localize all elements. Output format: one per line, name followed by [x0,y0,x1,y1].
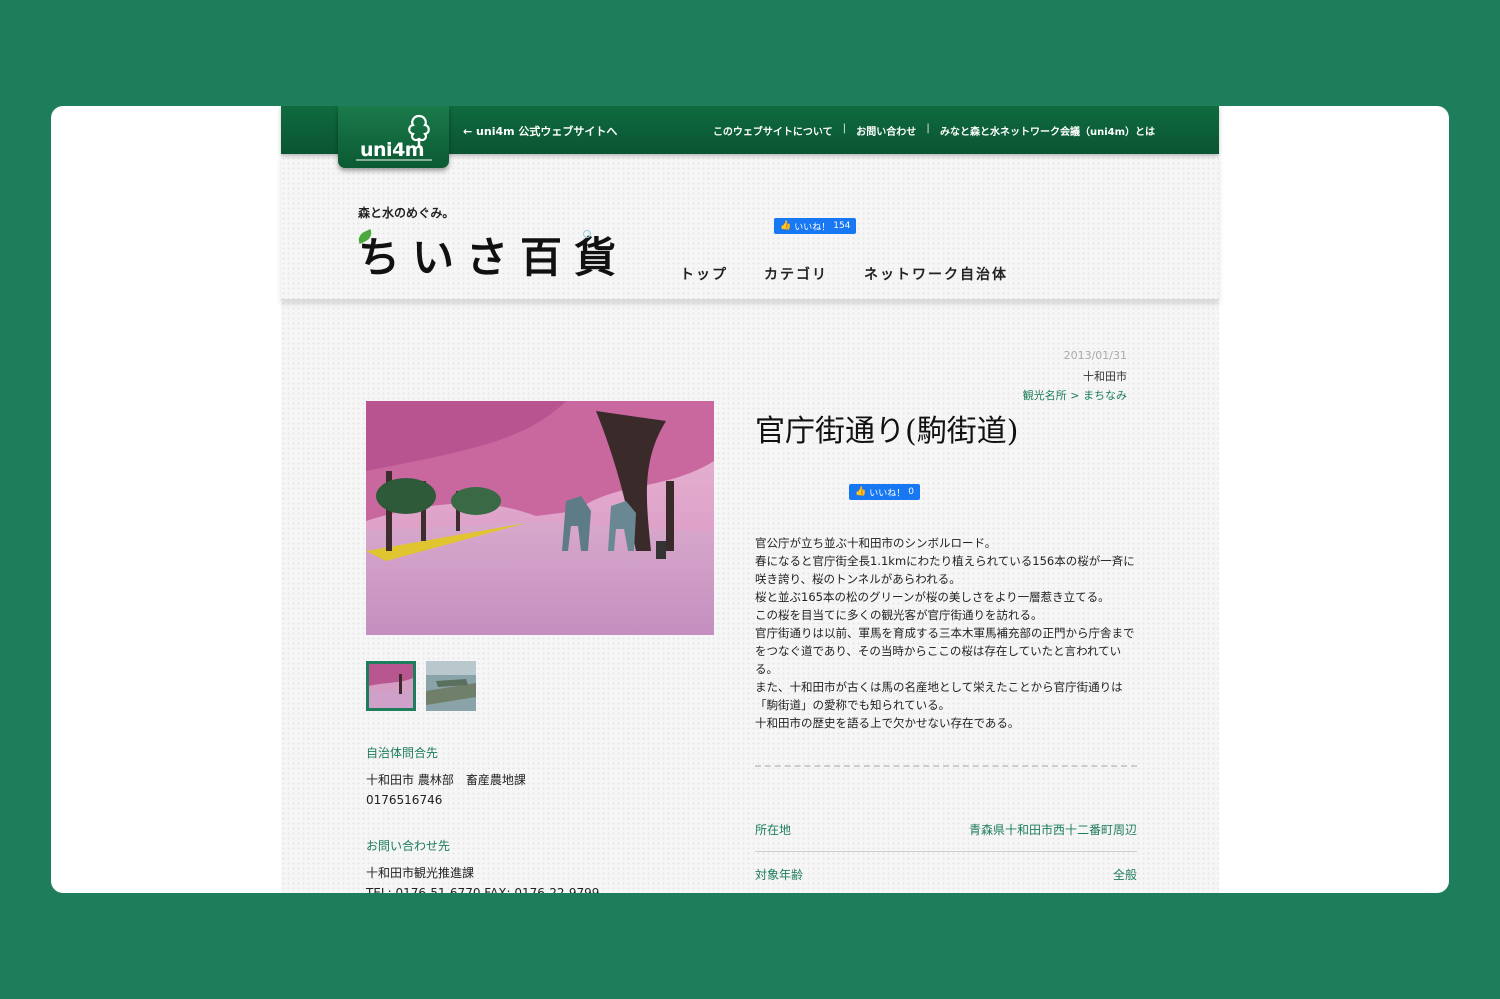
separator: | [926,123,930,134]
about-link[interactable]: このウェブサイトについて [713,123,833,138]
post-city[interactable]: 十和田市 [1083,368,1127,384]
info-row-age: 対象年齢 全般 [755,866,1137,883]
thumbs-up-icon: 👍 [780,221,792,231]
info-label: 対象年齢 [755,868,804,882]
description-line: 官庁街通りは以前、軍馬を育成する三本木軍馬補充部の正門から庁舎までをつなぐ道であ… [755,626,1135,676]
info-value[interactable]: 青森県十和田市西十二番町周辺 [969,821,1137,838]
description-line: 官公庁が立ち並ぶ十和田市のシンボルロード。 [755,536,997,550]
main-photo [366,401,714,635]
uni4m-about-link[interactable]: みなと森と水ネットワーク会議（uni4m）とは [940,123,1155,138]
like-label: いいね！ [794,222,831,233]
divider [755,765,1137,767]
browser-card: ← uni4m 公式ウェブサイトへ このウェブサイトについて | お問い合わせ … [51,106,1449,893]
nav-network-municipality[interactable]: ネットワーク自治体 [864,264,1008,284]
tagline: 森と水のめぐみ。 [358,206,455,220]
separator: | [842,123,847,134]
top-links: このウェブサイトについて | お問い合わせ | みなと森と水ネットワーク会議（u… [713,123,1155,138]
article-title: 官庁街通り(駒街道) [755,414,1019,449]
facebook-like-button[interactable]: 👍 いいね！ 154 [774,218,857,234]
like-count: 154 [833,221,851,231]
municipal-tel: 0176516746 [366,793,443,807]
info-value: 全般 [1112,868,1137,882]
description-line: この桜を目当てに多くの観光客が官庁街通りを訪れる。 [755,608,1043,622]
nav-category[interactable]: カテゴリ [764,264,828,284]
description-line: 桜と並ぶ165本の松のグリーンが桜の美しさをより一層惹き立てる。 [755,590,1110,604]
site-header: 森と水のめぐみ。 ちいさ百貨 👍 いいね！ 154 トップ カテゴリ ネットワー… [281,154,1219,300]
description-line: 春になると官庁街全長1.1kmにわたり植えられている156本の桜が一斉に咲き誇り… [755,554,1135,586]
post-category[interactable]: 観光名所 > まちなみ [1023,387,1127,403]
inquiry-dept: 十和田市観光推進課 [366,866,475,880]
inquiry-contact: 十和田市観光推進課 TEL: 0176-51-6770 FAX: 0176-22… [366,863,599,893]
nav-top[interactable]: トップ [680,264,728,284]
bubble-icon [583,230,591,238]
logo-subline [356,159,432,161]
contact-link[interactable]: お問い合わせ [856,123,916,138]
municipal-contact: 十和田市 農林部 畜産農地課 0176516746 [366,770,526,810]
description-line: 十和田市の歴史を語る上で欠かせない存在である。 [755,716,1020,730]
municipal-dept: 十和田市 農林部 畜産農地課 [366,773,526,787]
main-nav: トップ カテゴリ ネットワーク自治体 [680,264,1008,284]
post-date: 2013/01/31 [1063,349,1127,362]
logo-text: uni4m [360,139,425,161]
inquiry-tel: TEL: 0176-51-6770 FAX: 0176-22-9799 [366,886,600,893]
inquiry-contact-label: お問い合わせ先 [366,839,451,853]
like-count: 0 [908,487,914,497]
article-description: 官公庁が立ち並ぶ十和田市のシンボルロード。 春になると官庁街全長1.1kmにわた… [755,534,1141,732]
info-row-location: 所在地 青森県十和田市西十二番町周辺 [755,821,1137,838]
facebook-like-button[interactable]: 👍 いいね！ 0 [849,484,920,500]
info-label: 所在地 [755,823,792,837]
divider [755,851,1137,852]
thumbnail-1[interactable] [366,661,416,711]
municipal-contact-label: 自治体問合先 [366,746,439,760]
uni4m-logo[interactable]: uni4m [338,106,449,168]
website: ← uni4m 公式ウェブサイトへ このウェブサイトについて | お問い合わせ … [281,106,1219,893]
description-line: また、十和田市が古くは馬の名産地として栄えたことから官庁街通りは「駒街道」の愛称… [755,680,1123,712]
official-site-link[interactable]: ← uni4m 公式ウェブサイトへ [463,123,617,139]
thumbs-up-icon: 👍 [855,487,867,497]
like-label: いいね！ [869,488,906,499]
thumbnail-2[interactable] [426,661,476,711]
